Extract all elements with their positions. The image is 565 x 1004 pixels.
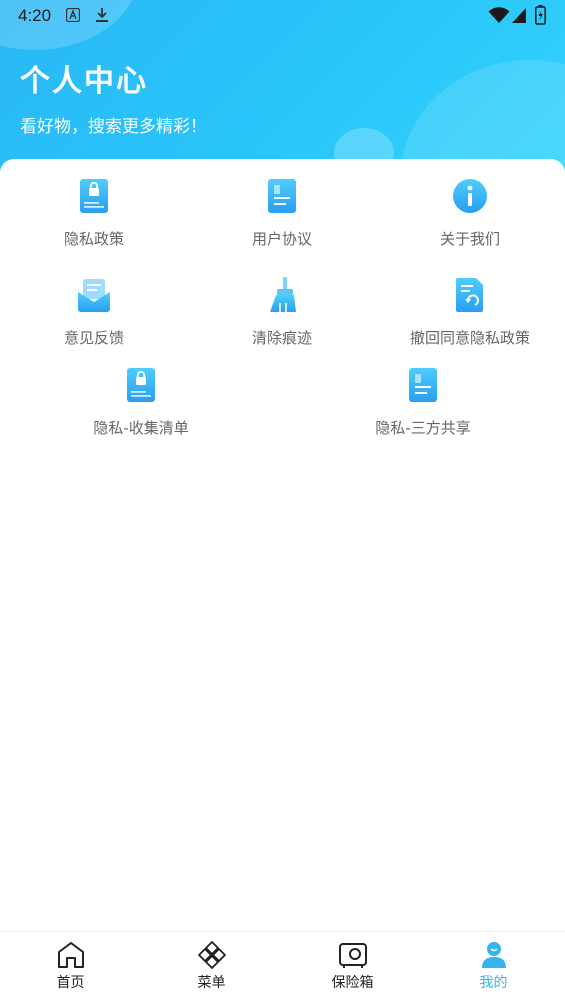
revoke-document-icon [456, 278, 483, 312]
nav-label: 我的 [479, 975, 508, 991]
lock-document-icon [80, 179, 108, 213]
menu-item-label: 撤回同意隐私政策 [409, 329, 530, 347]
menu-item-user-agreement[interactable]: 用户协议 [192, 176, 372, 249]
broom-icon [270, 277, 296, 312]
cellular-signal-icon [512, 8, 526, 23]
lock-document-icon [127, 368, 155, 402]
menu-item-feedback[interactable]: 意见反馈 [4, 275, 184, 348]
menu-item-clear-history[interactable]: 清除痕迹 [192, 275, 372, 348]
battery-charging-icon [535, 5, 546, 25]
nav-item-profile[interactable]: 我的 [423, 932, 564, 1004]
menu-diamond-icon [197, 941, 226, 969]
document-icon [409, 368, 437, 402]
menu-item-label: 隐私-收集清单 [93, 419, 189, 437]
menu-item-label: 用户协议 [251, 230, 312, 248]
status-bar: 4:20 [0, 0, 565, 32]
menu-item-label: 意见反馈 [63, 329, 124, 347]
info-icon [453, 179, 487, 213]
nav-item-safe[interactable]: 保险箱 [282, 932, 423, 1004]
home-icon [57, 942, 84, 968]
menu-item-privacy-policy[interactable]: 隐私政策 [4, 176, 184, 249]
feedback-mail-icon [78, 279, 110, 312]
menu-item-label: 隐私-三方共享 [375, 419, 471, 437]
menu-item-label: 清除痕迹 [251, 329, 312, 347]
menu-item-label: 关于我们 [439, 230, 500, 248]
nav-item-home[interactable]: 首页 [0, 932, 141, 1004]
nav-label: 保险箱 [331, 975, 374, 991]
menu-item-about-us[interactable]: 关于我们 [380, 176, 560, 249]
bottom-navigation: 首页 菜单 保险箱 我的 [0, 931, 565, 1004]
menu-item-privacy-collection-list[interactable]: 隐私-收集清单 [51, 365, 231, 438]
download-icon [96, 8, 108, 22]
nav-label: 首页 [56, 975, 85, 991]
document-icon [268, 179, 296, 213]
menu-panel: 隐私政策 用户协议 关于我们 意见反馈 清除痕迹 撤回同意隐私政策 隐私-收集清… [0, 159, 565, 931]
profile-icon [481, 942, 506, 968]
page-title: 个人中心 [20, 64, 148, 99]
wifi-icon [488, 7, 510, 23]
nav-label: 菜单 [197, 975, 226, 991]
menu-item-label: 隐私政策 [63, 230, 124, 248]
nav-item-menu[interactable]: 菜单 [141, 932, 282, 1004]
safe-icon [338, 943, 367, 968]
app-notification-icon [66, 8, 80, 22]
menu-item-revoke-privacy-consent[interactable]: 撤回同意隐私政策 [380, 275, 560, 348]
menu-item-privacy-third-party-sharing[interactable]: 隐私-三方共享 [333, 365, 513, 438]
page-subtitle: 看好物，搜索更多精彩！ [20, 117, 207, 137]
status-time: 4:20 [18, 6, 52, 25]
